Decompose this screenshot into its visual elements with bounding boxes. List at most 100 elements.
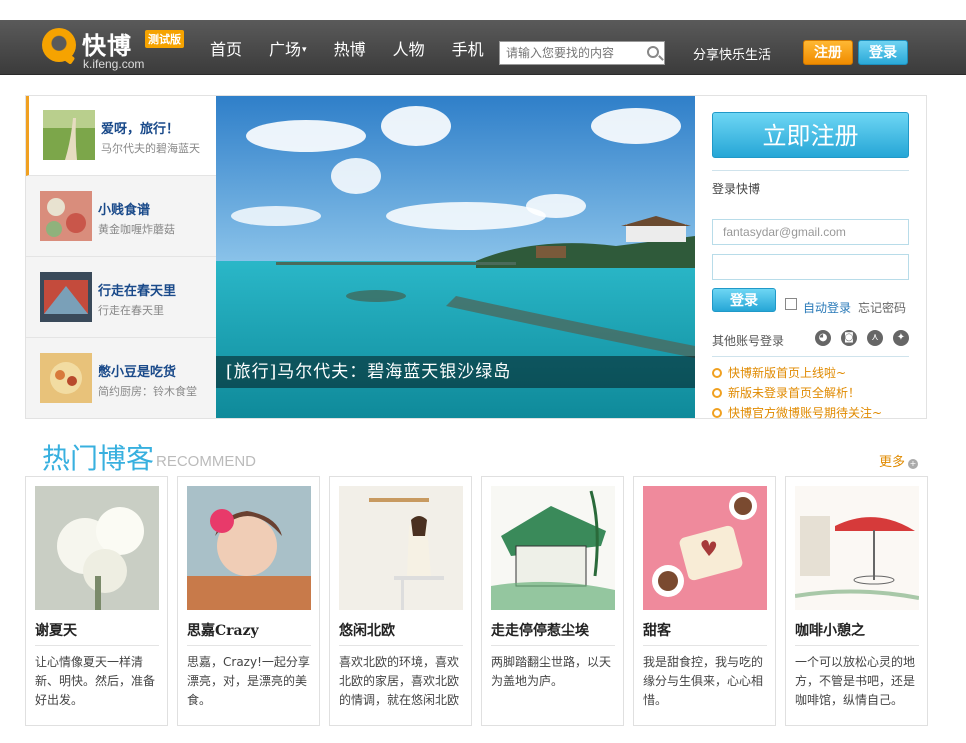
slide-caption[interactable]: [旅行]马尔代夫：碧海蓝天银沙绿岛 <box>216 356 695 388</box>
news-text: 快博官方微博账号期待关注~ <box>728 406 883 420</box>
recommend-title-en: RECOMMEND <box>156 453 257 470</box>
blog-card[interactable]: 悠闲北欧 喜欢北欧的环境，喜欢北欧的家居，喜欢北欧的情调，就在悠闲北欧 <box>329 476 472 726</box>
news-link[interactable]: 快博官方微博账号期待关注~ <box>712 404 882 421</box>
nav-mobile[interactable]: 手机 <box>452 36 484 60</box>
feature-item-recipe[interactable]: 小贱食谱 黄金咖喱炸蘑菇 <box>26 177 216 257</box>
feature-item-desc: 黄金咖喱炸蘑菇 <box>98 223 175 236</box>
blog-card-name: 甜客 <box>643 623 671 639</box>
feature-item-desc: 简约厨房：铃木食堂 <box>98 385 197 398</box>
kaixin-icon[interactable]: ⋏ <box>867 330 883 346</box>
feature-slide[interactable]: [旅行]马尔代夫：碧海蓝天银沙绿岛 <box>216 96 695 418</box>
main-nav: 首页 广场▾ 热博 人物 手机 <box>210 20 511 75</box>
nav-hot[interactable]: 热博 <box>334 36 366 60</box>
divider <box>339 645 463 646</box>
blog-card-image <box>643 486 767 610</box>
nav-people[interactable]: 人物 <box>393 36 425 60</box>
site-logo[interactable]: 快博 测试版 k.ifeng.com <box>42 26 192 71</box>
blog-card-desc: 喜欢北欧的环境，喜欢北欧的家居，喜欢北欧的情调，就在悠闲北欧 <box>339 655 460 707</box>
search-input[interactable] <box>500 42 640 64</box>
blog-card[interactable]: 走走停停惹尘埃 两脚踏翻尘世路，以天为盖地为庐。 <box>481 476 624 726</box>
logo-icon <box>42 28 76 62</box>
feature-item-foodie[interactable]: 憋小豆是吃货 简约厨房：铃木食堂 <box>26 339 216 419</box>
register-now-button[interactable]: 立即注册 <box>712 112 909 158</box>
divider <box>491 645 615 646</box>
blog-card-image <box>339 486 463 610</box>
auto-login-checkbox[interactable] <box>785 298 797 310</box>
news-link[interactable]: 快博新版首页上线啦~ <box>712 364 846 381</box>
renren-icon[interactable]: ◙ <box>841 330 857 346</box>
douban-icon[interactable]: ✦ <box>893 330 909 346</box>
beta-badge: 测试版 <box>145 30 184 48</box>
logo-domain: k.ifeng.com <box>83 57 145 71</box>
recommend-title-cn: 热门博客 <box>42 442 155 475</box>
thumbnail-image <box>40 191 92 241</box>
bullet-icon <box>712 408 722 418</box>
nav-plaza-label: 广场 <box>269 39 302 59</box>
feature-item-title: 行走在春天里 <box>98 284 177 299</box>
divider <box>643 645 767 646</box>
search-icon[interactable] <box>647 46 659 58</box>
blog-card-desc: 思嘉，Crazy!一起分享漂亮，对，是漂亮的美食。 <box>187 655 310 707</box>
blog-card-desc: 一个可以放松心灵的地方，不管是书吧，还是咖啡馆，纵情自己。 <box>795 655 916 707</box>
blog-card-image <box>35 486 159 610</box>
register-button[interactable]: 注册 <box>803 40 853 65</box>
top-navigation-bar: 快博 测试版 k.ifeng.com 首页 广场▾ 热博 人物 手机 分享快乐生… <box>0 20 966 75</box>
feature-item-travel[interactable]: 爱呀，旅行！ 马尔代夫的碧海蓝天 <box>26 96 216 176</box>
divider <box>35 645 159 646</box>
other-login-label: 其他账号登录 <box>712 334 785 348</box>
blog-card[interactable]: 咖啡小憩之 一个可以放松心灵的地方，不管是书吧，还是咖啡馆，纵情自己。 <box>785 476 928 726</box>
thumbnail-image <box>40 272 92 322</box>
blog-card-desc: 让心情像夏天一样清新、明快。然后，准备好出发。 <box>35 655 156 707</box>
password-field[interactable] <box>712 254 909 280</box>
login-title: 登录快博 <box>712 182 761 196</box>
blog-card-image <box>795 486 919 610</box>
blog-card-name: 谢夏天 <box>35 623 77 639</box>
blog-card-image <box>187 486 311 610</box>
chevron-down-icon: ▾ <box>302 45 307 55</box>
divider <box>795 645 919 646</box>
email-field[interactable] <box>712 219 909 245</box>
nav-plaza[interactable]: 广场▾ <box>269 36 307 60</box>
feature-item-title: 小贱食谱 <box>98 203 151 218</box>
login-submit-button[interactable]: 登录 <box>712 288 776 312</box>
bullet-icon <box>712 368 722 378</box>
feature-item-title: 憋小豆是吃货 <box>98 365 177 380</box>
blog-card-desc: 我是甜食控，我与吃的缘分与生俱来，心心相惜。 <box>643 655 764 707</box>
thumbnail-image <box>40 353 92 403</box>
divider <box>712 170 909 171</box>
feature-list: 爱呀，旅行！ 马尔代夫的碧海蓝天 小贱食谱 黄金咖喱炸蘑菇 行走在春天里 行走在… <box>26 96 216 418</box>
feature-section: 爱呀，旅行！ 马尔代夫的碧海蓝天 小贱食谱 黄金咖喱炸蘑菇 行走在春天里 行走在… <box>25 95 927 420</box>
feature-item-desc: 马尔代夫的碧海蓝天 <box>101 142 200 155</box>
feature-item-spring[interactable]: 行走在春天里 行走在春天里 <box>26 258 216 338</box>
bullet-icon <box>712 388 722 398</box>
forgot-password-link[interactable]: 忘记密码 <box>858 299 906 316</box>
search-box <box>499 41 665 65</box>
thumbnail-image <box>43 110 95 160</box>
recommend-title: 热门博客 RECOMMEND <box>42 437 256 477</box>
plus-icon: + <box>908 459 919 469</box>
logo-text: 快博 <box>82 32 132 60</box>
blog-card-name: 悠闲北欧 <box>339 623 395 639</box>
divider <box>712 356 909 357</box>
feature-item-title: 爱呀，旅行！ <box>101 122 180 137</box>
blog-card-image <box>491 486 615 610</box>
qq-icon[interactable]: ◕ <box>815 330 831 346</box>
blog-card-name: 咖啡小憩之 <box>795 623 865 639</box>
login-panel: 立即注册 登录快博 登录 自动登录 忘记密码 其他账号登录 ◕ ◙ ⋏ ✦ 快博… <box>712 112 910 420</box>
nav-home[interactable]: 首页 <box>210 36 242 60</box>
blog-card[interactable]: 甜客 我是甜食控，我与吃的缘分与生俱来，心心相惜。 <box>633 476 776 726</box>
news-link[interactable]: 新版未登录首页全解析！ <box>712 384 860 401</box>
blog-card[interactable]: 谢夏天 让心情像夏天一样清新、明快。然后，准备好出发。 <box>25 476 168 726</box>
blog-card-name: 思嘉Crazy <box>187 623 259 639</box>
feature-item-desc: 行走在春天里 <box>98 304 164 317</box>
divider <box>187 645 311 646</box>
blog-card[interactable]: 思嘉Crazy 思嘉，Crazy!一起分享漂亮，对，是漂亮的美食。 <box>177 476 320 726</box>
more-label: 更多 <box>879 455 906 470</box>
more-link[interactable]: 更多 + <box>879 451 919 470</box>
blog-card-desc: 两脚踏翻尘世路，以天为盖地为庐。 <box>491 655 612 688</box>
news-text: 快博新版首页上线啦~ <box>728 366 847 380</box>
blog-card-name: 走走停停惹尘埃 <box>491 623 589 639</box>
slogan: 分享快乐生活 <box>693 48 772 63</box>
login-button[interactable]: 登录 <box>858 40 908 65</box>
auto-login-label[interactable]: 自动登录 <box>803 299 851 316</box>
